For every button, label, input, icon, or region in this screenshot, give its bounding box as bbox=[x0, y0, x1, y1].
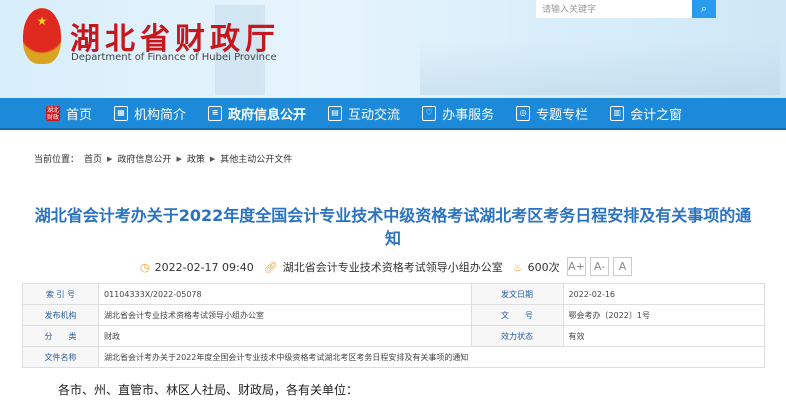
search-button[interactable]: ⌕ bbox=[692, 0, 716, 18]
article-title: 湖北省会计考办关于2022年度全国会计专业技术中级资格考试湖北考区考务日程安排及… bbox=[34, 206, 752, 248]
font-decrease-button[interactable]: A- bbox=[590, 257, 609, 276]
calculator-icon: ▥ bbox=[610, 105, 625, 121]
link-icon: 🔗︎ bbox=[263, 260, 278, 274]
badge-icon: ◎ bbox=[516, 105, 531, 121]
banner-skyline bbox=[420, 40, 780, 95]
table-row: 文件名称 湖北省会计考办关于2022年度全国会计专业技术中级资格考试湖北考区考务日… bbox=[22, 346, 765, 368]
breadcrumb: 当前位置： 首页 ▶ 政府信息公开 ▶ 政策 ▶ 其他主动公开文件 bbox=[34, 152, 297, 166]
font-size-controls: A+ A- A bbox=[567, 257, 632, 276]
site-logo-subtitle: Department of Finance of Hubei Province bbox=[71, 52, 277, 63]
clock-icon: ◷ bbox=[140, 260, 150, 274]
heart-icon: ♡ bbox=[422, 105, 437, 121]
nav-topics[interactable]: ◎ 专题专栏 bbox=[516, 98, 588, 128]
nav-about[interactable]: ▦ 机构简介 bbox=[114, 98, 186, 128]
nav-accounting[interactable]: ▥ 会计之窗 bbox=[610, 98, 682, 128]
nav-gov-info[interactable]: ≡ 政府信息公开 bbox=[208, 98, 306, 128]
breadcrumb-link[interactable]: 政策 bbox=[187, 152, 205, 165]
search-input[interactable]: 请输入关键字 bbox=[536, 0, 692, 18]
table-row: 分 类财政 效力状态 有效 bbox=[22, 325, 766, 347]
search-icon: ⌕ bbox=[700, 2, 708, 15]
nav-interaction[interactable]: ▤ 互动交流 bbox=[328, 98, 400, 128]
main-nav: 湖北财政 首页 ▦ 机构简介 ≡ 政府信息公开 ▤ 互动交流 ♡ 办事服务 ◎ 专题专栏 ▥… bbox=[0, 98, 786, 130]
breadcrumb-link[interactable]: 其他主动公开文件 bbox=[220, 152, 292, 165]
flame-icon: ♨ bbox=[512, 260, 523, 274]
header-banner: ★ 湖北省财政厅 Department of Finance of Hubei … bbox=[0, 0, 786, 98]
nav-services[interactable]: ♡ 办事服务 bbox=[422, 98, 494, 128]
table-row: 发布机构 湖北省会计专业技术资格考试领导小组办公室文 号鄂会考办〔2022〕1号 bbox=[22, 304, 766, 326]
chevron-right-icon: ▶ bbox=[176, 154, 182, 163]
chevron-right-icon: ▶ bbox=[107, 154, 113, 163]
font-reset-button[interactable]: A bbox=[613, 257, 632, 276]
phone-doc-icon: ▤ bbox=[328, 105, 343, 121]
article-meta: ◷ 2022-02-17 09:40 🔗︎ 湖北省会计专业技术资格考试领导小组办公室… bbox=[140, 260, 560, 275]
breadcrumb-link[interactable]: 首页 bbox=[84, 152, 102, 165]
national-emblem-icon: ★ bbox=[23, 8, 61, 64]
grid-icon: ▦ bbox=[114, 105, 129, 121]
breadcrumb-link[interactable]: 政府信息公开 bbox=[117, 152, 171, 165]
info-table: 索 引 号 01104333X/2022-05078 发文日期 2022-02-16 … bbox=[22, 283, 766, 368]
article-salutation: 各市、州、直管市、林区人社局、财政局，各有关单位： bbox=[58, 383, 359, 397]
table-row: 索 引 号 01104333X/2022-05078 发文日期 2022-02-16 bbox=[22, 283, 766, 305]
nav-home[interactable]: 湖北财政 首页 bbox=[46, 98, 92, 128]
font-increase-button[interactable]: A+ bbox=[567, 257, 586, 276]
chevron-right-icon: ▶ bbox=[209, 154, 216, 163]
home-logo-icon: 湖北财政 bbox=[46, 105, 60, 121]
document-icon: ≡ bbox=[208, 105, 223, 121]
